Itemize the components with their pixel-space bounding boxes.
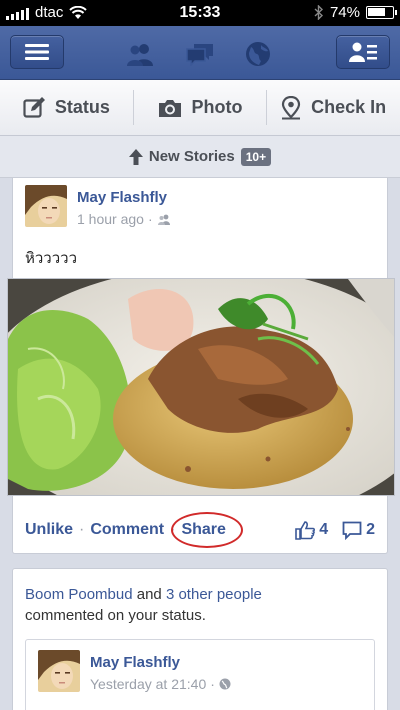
messages-button[interactable] bbox=[184, 40, 216, 68]
check-in-label: Check In bbox=[311, 97, 387, 117]
like-count[interactable]: 4 bbox=[295, 520, 329, 540]
arrow-up-icon bbox=[128, 148, 143, 165]
status-label: Status bbox=[54, 97, 110, 117]
battery-percent: 74% bbox=[329, 4, 360, 21]
status-right: 74% bbox=[314, 4, 397, 21]
comment-bubble-icon bbox=[342, 521, 362, 540]
highlight-annotation-circle bbox=[171, 512, 244, 548]
story-actions: Unlike · Comment · Share 4 2 bbox=[13, 508, 387, 552]
avatar-image bbox=[25, 185, 67, 227]
avatar-image bbox=[38, 650, 80, 692]
new-stories-bar[interactable]: New Stories 10+ bbox=[0, 136, 400, 178]
location-pin-icon bbox=[282, 95, 301, 119]
check-in-button[interactable]: Check In bbox=[267, 80, 400, 135]
and-text: and bbox=[132, 586, 166, 603]
food-photo-image bbox=[8, 279, 394, 495]
engagement-counts: 4 2 bbox=[295, 520, 375, 540]
compose-icon bbox=[23, 96, 45, 118]
status-bar: dtac 15:33 74% bbox=[0, 0, 400, 26]
public-globe-icon bbox=[219, 678, 231, 690]
camera-icon bbox=[158, 99, 181, 117]
publisher-bar: Status Photo Check In bbox=[0, 80, 400, 136]
status-button[interactable]: Status bbox=[0, 80, 133, 135]
facebook-header bbox=[0, 26, 400, 80]
activity-summary: Boom Poombud and 3 other people commente… bbox=[25, 584, 375, 626]
post-photo[interactable] bbox=[7, 278, 395, 496]
unlike-link[interactable]: Unlike bbox=[25, 521, 73, 539]
others-link[interactable]: 3 other people bbox=[166, 586, 262, 603]
notifications-globe-icon bbox=[246, 42, 270, 66]
feed-story: May Flashfly 1 hour ago · หิววววว Unlike… bbox=[7, 178, 395, 554]
meta-separator: · bbox=[210, 676, 215, 692]
notifications-button[interactable] bbox=[242, 40, 274, 68]
activity-text: commented on your status. bbox=[25, 607, 206, 624]
new-stories-label: New Stories bbox=[148, 148, 235, 165]
comment-count[interactable]: 2 bbox=[342, 521, 375, 540]
meta-separator: · bbox=[147, 211, 153, 227]
inner-author-name[interactable]: May Flashfly bbox=[90, 654, 180, 671]
menu-icon bbox=[25, 44, 49, 60]
share-wrapper: Share bbox=[171, 512, 244, 548]
friends-privacy-icon bbox=[157, 214, 170, 225]
post-text: หิววววว bbox=[25, 250, 78, 267]
activity-story: Boom Poombud and 3 other people commente… bbox=[12, 568, 388, 710]
bluetooth-icon bbox=[314, 5, 323, 20]
friends-list-icon bbox=[349, 42, 377, 62]
inner-post-time[interactable]: Yesterday at 21:40 bbox=[90, 676, 206, 692]
friends-list-button[interactable] bbox=[336, 35, 390, 69]
actor-link[interactable]: Boom Poombud bbox=[25, 586, 133, 603]
post-meta: 1 hour ago · bbox=[77, 211, 171, 227]
friend-requests-button[interactable] bbox=[124, 40, 156, 68]
comment-count-value: 2 bbox=[366, 521, 375, 538]
messages-icon bbox=[186, 44, 213, 66]
comment-link[interactable]: Comment bbox=[90, 521, 164, 539]
shared-status-preview[interactable]: May Flashfly Yesterday at 21:40 · bbox=[25, 639, 375, 710]
thumbs-up-icon bbox=[295, 520, 316, 540]
new-stories-count-badge: 10+ bbox=[240, 147, 272, 166]
photo-button[interactable]: Photo bbox=[134, 80, 267, 135]
action-separator: · bbox=[79, 521, 85, 538]
author-avatar[interactable] bbox=[25, 185, 67, 227]
author-avatar[interactable] bbox=[38, 650, 80, 692]
battery-icon bbox=[366, 6, 397, 19]
menu-button[interactable] bbox=[10, 35, 64, 69]
post-time[interactable]: 1 hour ago bbox=[77, 211, 144, 227]
inner-post-meta: Yesterday at 21:40 · bbox=[90, 676, 231, 692]
author-name[interactable]: May Flashfly bbox=[77, 189, 167, 206]
like-count-value: 4 bbox=[319, 521, 329, 538]
friend-requests-icon bbox=[127, 44, 153, 66]
photo-label: Photo bbox=[191, 97, 243, 117]
